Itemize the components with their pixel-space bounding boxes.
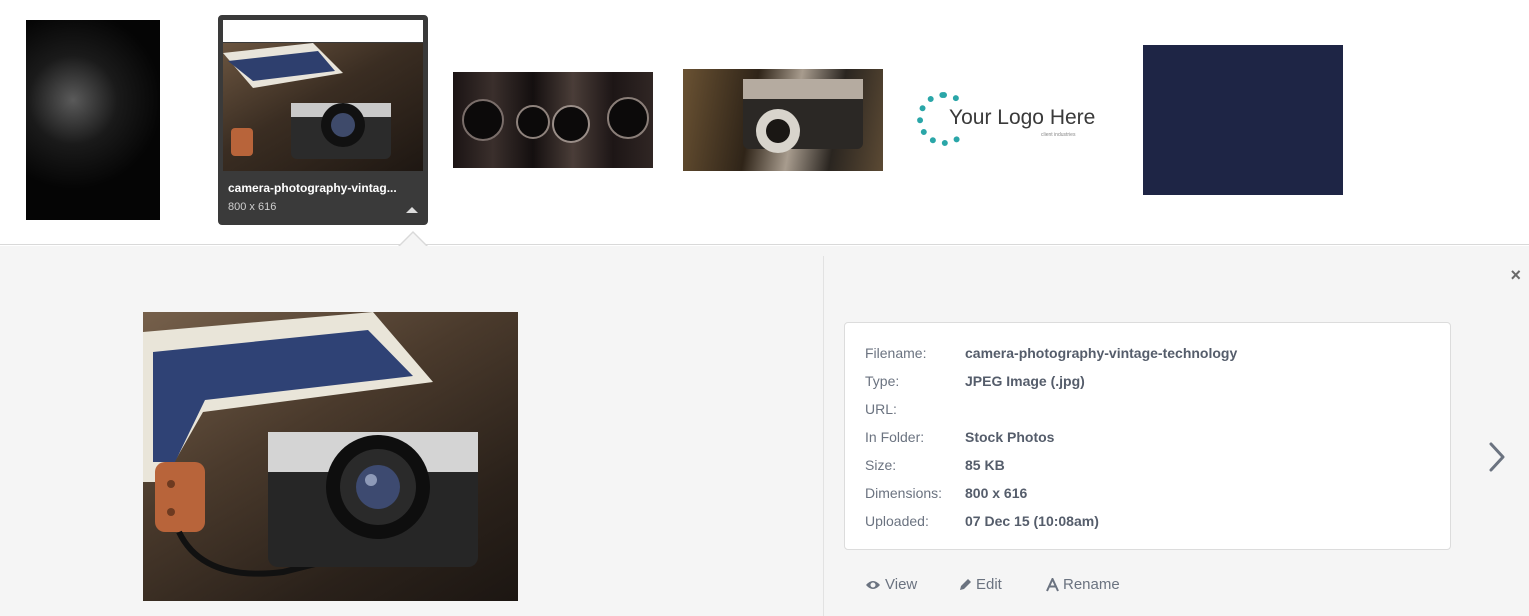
- thumbnail-vintage-cameras[interactable]: [453, 72, 653, 168]
- cameras-row-illustration: [462, 97, 649, 143]
- eye-icon: [866, 580, 880, 589]
- dimensions-value: 800 x 616: [965, 485, 1028, 501]
- detail-panel: × Filename: camera-photography-vintage-t…: [0, 246, 1529, 616]
- dimensions-label: Dimensions:: [865, 485, 943, 501]
- thumbnail-bw-camera[interactable]: [26, 20, 160, 220]
- view-label: View: [885, 576, 918, 593]
- chevron-right-icon[interactable]: [1488, 441, 1506, 473]
- rename-button[interactable]: Rename: [1046, 576, 1120, 593]
- selected-thumbnail-card[interactable]: camera-photography-vintag... 800 x 616: [218, 15, 428, 225]
- close-icon[interactable]: ×: [1510, 266, 1521, 284]
- uploaded-value: 07 Dec 15 (10:08am): [965, 513, 1099, 529]
- rename-label: Rename: [1063, 576, 1120, 593]
- type-label: Type:: [865, 373, 900, 389]
- thumbnail-navy-texture[interactable]: [1143, 45, 1343, 195]
- thumbnail-old-camera[interactable]: [683, 69, 883, 171]
- selection-pointer-fill: [399, 233, 427, 247]
- filename-value: camera-photography-vintage-technology: [965, 345, 1238, 361]
- file-info-box: Filename: camera-photography-vintage-tec…: [844, 322, 1451, 550]
- selected-file-name: camera-photography-vintag...: [228, 181, 397, 195]
- edit-label: Edit: [976, 576, 1002, 593]
- selected-thumbnail-image: [223, 43, 423, 171]
- panel-divider: [823, 256, 824, 616]
- size-label: Size:: [865, 457, 897, 473]
- type-value: JPEG Image (.jpg): [965, 373, 1085, 389]
- image-preview: [143, 312, 518, 601]
- thumbnail-topbar: [223, 20, 423, 42]
- logo-subtext: client industries: [1041, 132, 1076, 138]
- collapse-caret-icon[interactable]: [406, 207, 418, 213]
- pencil-icon: [960, 579, 971, 590]
- folder-value: Stock Photos: [965, 429, 1055, 445]
- camera-illustration: [223, 43, 391, 159]
- old-camera-illustration: [743, 79, 863, 153]
- thumbnail-strip: camera-photography-vintag... 800 x 616 Y…: [0, 0, 1529, 245]
- size-value: 85 KB: [965, 457, 1005, 473]
- preview-camera-illustration: [143, 312, 478, 577]
- filename-label: Filename:: [865, 345, 927, 361]
- selected-file-dimensions: 800 x 616: [228, 201, 277, 213]
- logo-text: Your Logo Here: [949, 106, 1096, 129]
- letter-a-icon: [1046, 577, 1059, 591]
- thumbnail-logo[interactable]: Your Logo Here client industries: [913, 88, 1113, 152]
- folder-label: In Folder:: [865, 429, 925, 445]
- edit-button[interactable]: Edit: [959, 576, 1002, 593]
- url-label: URL:: [865, 401, 897, 417]
- uploaded-label: Uploaded:: [865, 513, 929, 529]
- view-button[interactable]: View: [865, 576, 917, 593]
